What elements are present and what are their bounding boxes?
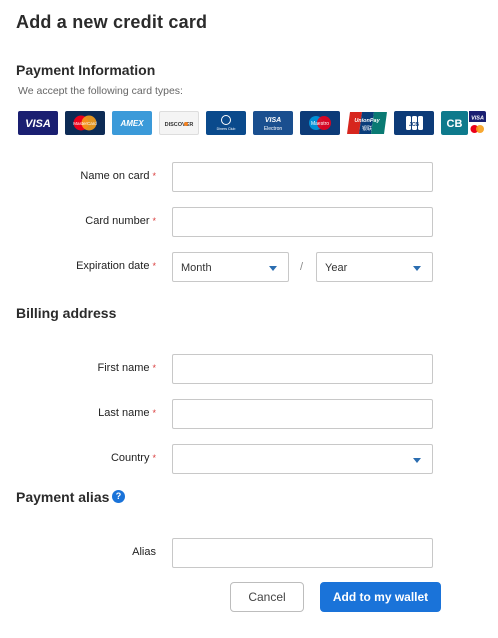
unionpay-logo: UnionPay 银联 (347, 111, 387, 135)
required-marker: * (152, 408, 156, 418)
svg-text:MasterCard: MasterCard (73, 121, 97, 126)
svg-text:DISCOVER: DISCOVER (165, 122, 194, 128)
expiration-date-label: Expiration date * (76, 260, 156, 272)
first-name-input[interactable] (172, 354, 433, 384)
jcb-logo: JCB (394, 111, 434, 135)
chevron-down-icon (269, 266, 277, 271)
cb-visa-logo: CB VISA (441, 111, 486, 135)
discover-logo: DISCOVER (159, 111, 199, 135)
card-logos: VISA MasterCard AMEX DISCOVER Diners Clu… (18, 111, 486, 135)
card-types-subtext: We accept the following card types: (18, 85, 183, 97)
country-select[interactable] (172, 444, 433, 474)
mastercard-logo: MasterCard (65, 111, 105, 135)
maestro-logo: Maestro (300, 111, 340, 135)
payment-alias-heading: Payment alias (16, 489, 110, 505)
card-number-input[interactable] (172, 207, 433, 237)
required-marker: * (152, 171, 156, 181)
diners-club-logo: Diners Club (206, 111, 246, 135)
add-to-wallet-button[interactable]: Add to my wallet (320, 582, 441, 612)
svg-text:VISA: VISA (265, 117, 281, 124)
required-marker: * (152, 453, 156, 463)
payment-info-heading: Payment Information (16, 62, 156, 78)
svg-text:VISA: VISA (25, 118, 51, 130)
svg-text:AMEX: AMEX (119, 119, 144, 128)
required-marker: * (152, 363, 156, 373)
card-number-label: Card number * (85, 215, 156, 227)
year-value: Year (325, 262, 348, 274)
svg-text:VISA: VISA (471, 116, 484, 122)
expiration-year-select[interactable]: Year (316, 252, 433, 282)
last-name-label: Last name * (98, 407, 156, 419)
svg-text:Electron: Electron (264, 126, 283, 132)
alias-label: Alias (132, 546, 156, 558)
first-name-label: First name * (97, 362, 156, 374)
help-icon[interactable]: ? (112, 490, 125, 503)
svg-text:JCB: JCB (409, 122, 419, 128)
visa-logo: VISA (18, 111, 58, 135)
country-label: Country * (110, 452, 156, 464)
svg-text:CB: CB (447, 118, 463, 130)
svg-text:银联: 银联 (362, 125, 372, 132)
chevron-down-icon (413, 458, 421, 463)
page-title: Add a new credit card (16, 12, 208, 32)
amex-logo: AMEX (112, 111, 152, 135)
svg-text:Diners Club: Diners Club (217, 127, 236, 131)
chevron-down-icon (413, 266, 421, 271)
date-separator: / (300, 261, 304, 273)
required-marker: * (152, 216, 156, 226)
required-marker: * (152, 261, 156, 271)
svg-text:Maestro: Maestro (311, 121, 329, 127)
billing-address-heading: Billing address (16, 305, 117, 321)
svg-text:UnionPay: UnionPay (354, 118, 380, 124)
expiration-month-select[interactable]: Month (172, 252, 289, 282)
name-on-card-label: Name on card * (80, 170, 156, 182)
name-on-card-input[interactable] (172, 162, 433, 192)
month-value: Month (181, 262, 212, 274)
alias-input[interactable] (172, 538, 433, 568)
last-name-input[interactable] (172, 399, 433, 429)
cancel-button[interactable]: Cancel (230, 582, 304, 612)
visa-electron-logo: VISA Electron (253, 111, 293, 135)
